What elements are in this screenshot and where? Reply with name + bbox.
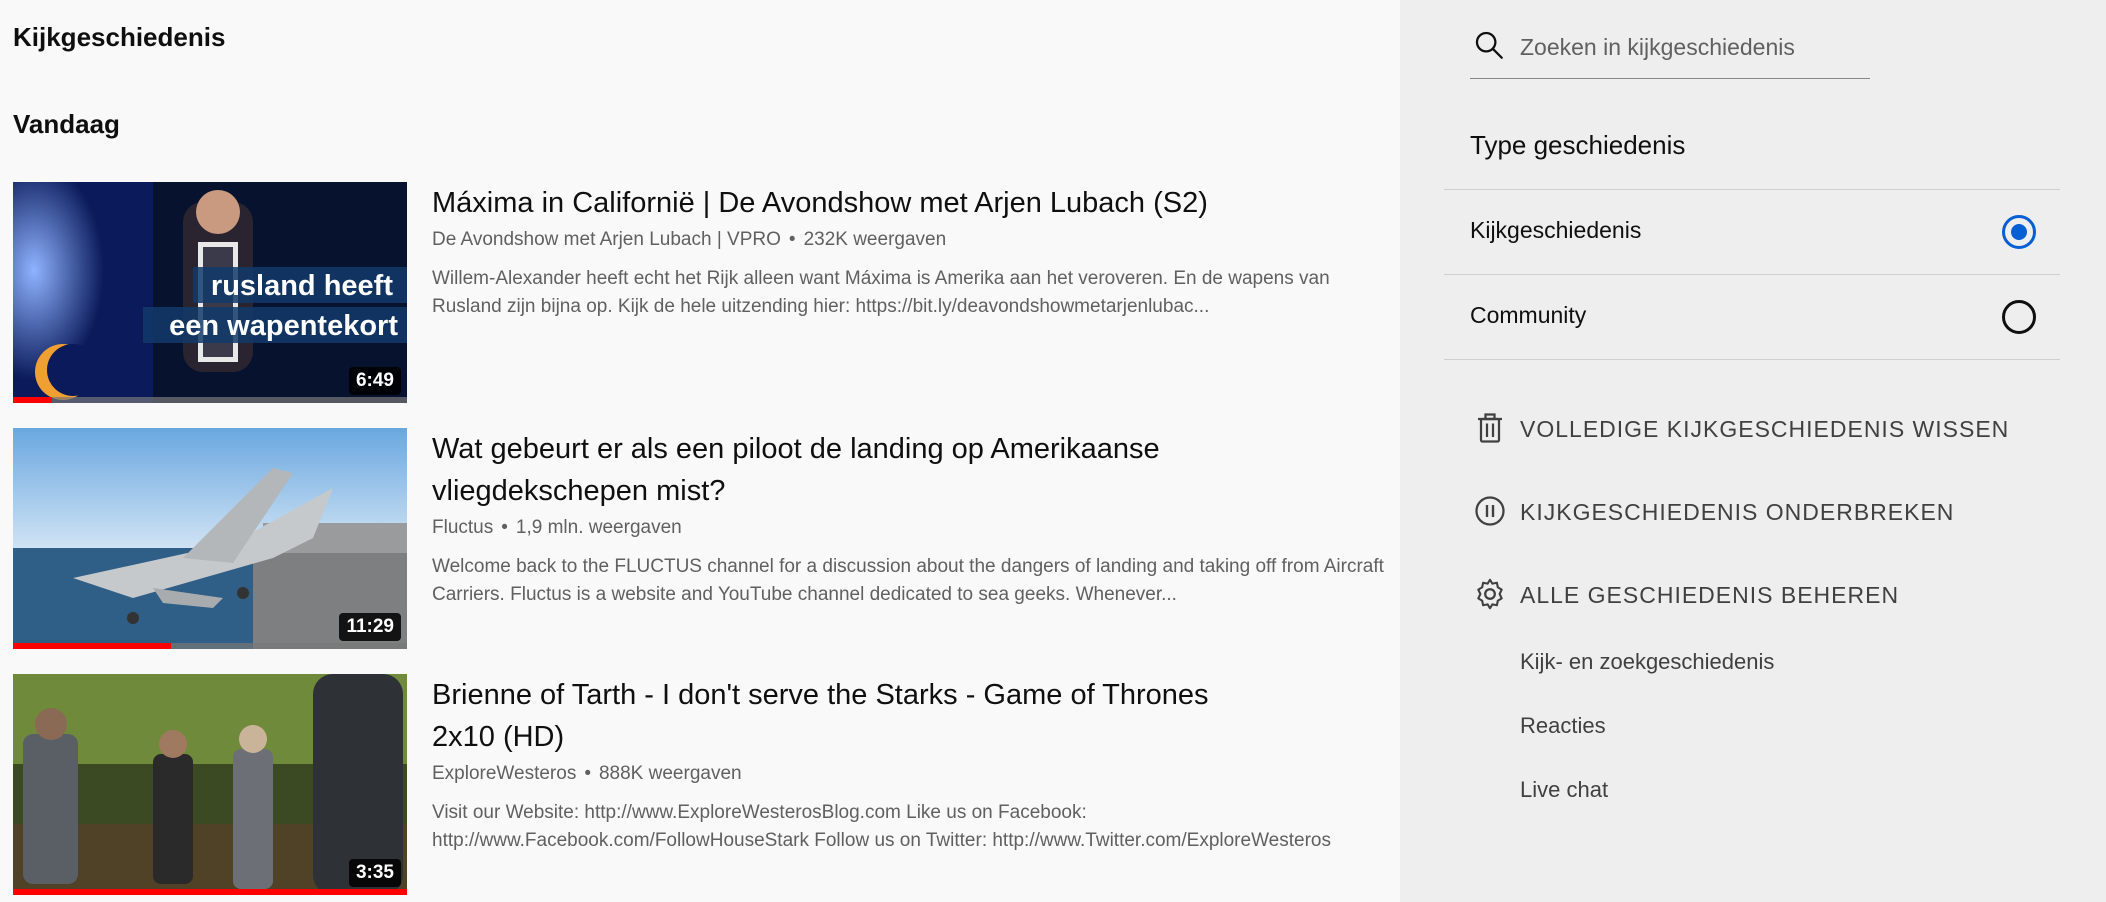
radio-button-selected[interactable] [2002, 215, 2036, 249]
video-item[interactable]: rusland heeft een wapentekort 6:49 Máxim… [13, 182, 1393, 404]
thumb-caption-1: rusland heeft [211, 270, 393, 302]
video-meta: Fluctus • 1,9 mln. weergaven [432, 515, 1392, 541]
pause-history-button[interactable]: KIJKGESCHIEDENIS ONDERBREKEN [1470, 489, 2030, 533]
thumb-caption-2: een wapentekort [169, 310, 398, 342]
video-description: Willem-Alexander heeft echt het Rijk all… [432, 268, 1330, 317]
watch-progress-track [13, 889, 407, 895]
watch-progress-fill [13, 889, 407, 895]
divider [1444, 359, 2060, 360]
watch-progress-track [13, 643, 407, 649]
history-type-title: Type geschiedenis [1470, 130, 1686, 160]
clear-history-button[interactable]: VOLLEDIGE KIJKGESCHIEDENIS WISSEN [1470, 406, 2030, 450]
history-main: Kijkgeschiedenis Vandaag rusland heeft e… [0, 0, 1400, 902]
video-title[interactable]: Wat gebeurt er als een piloot de landing… [432, 428, 1232, 512]
video-info: Máxima in Californië | De Avondshow met … [432, 182, 1392, 321]
video-duration: 6:49 [348, 367, 401, 395]
video-item[interactable]: 3:35 Brienne of Tarth - I don't serve th… [13, 674, 1393, 896]
view-count: 1,9 mln. weergaven [515, 517, 682, 538]
radio-button[interactable] [2002, 300, 2036, 334]
separator-dot: • [584, 763, 591, 784]
search-box[interactable] [1470, 22, 1870, 79]
video-duration: 11:29 [339, 613, 401, 641]
video-info: Wat gebeurt er als een piloot de landing… [432, 428, 1392, 609]
watch-progress-track [13, 397, 407, 403]
link-watch-and-search-history[interactable]: Kijk- en zoekgeschiedenis [1520, 649, 1774, 675]
thumbnail-image-studio: rusland heeft een wapentekort [13, 182, 407, 403]
video-thumbnail[interactable]: rusland heeft een wapentekort 6:49 [13, 182, 407, 403]
trash-icon [1478, 413, 1502, 443]
channel-name[interactable]: Fluctus [432, 517, 493, 538]
video-thumbnail[interactable]: 11:29 [13, 428, 407, 649]
video-title[interactable]: Máxima in Californië | De Avondshow met … [432, 182, 1232, 224]
history-type-label: Community [1470, 302, 1587, 328]
video-info: Brienne of Tarth - I don't serve the Sta… [432, 674, 1392, 855]
pause-icon [1475, 496, 1505, 526]
search-input[interactable] [1520, 32, 1860, 62]
view-count: 888K weergaven [598, 763, 742, 784]
action-label: KIJKGESCHIEDENIS ONDERBREKEN [1520, 499, 1955, 525]
watch-progress-fill [13, 397, 53, 403]
video-meta: De Avondshow met Arjen Lubach | VPRO • 232… [432, 227, 1392, 253]
action-label: ALLE GESCHIEDENIS BEHEREN [1520, 582, 1900, 608]
video-item[interactable]: 11:29 Wat gebeurt er als een piloot de l… [13, 428, 1393, 650]
section-title-today: Vandaag [13, 109, 120, 139]
gear-icon [1477, 578, 1503, 610]
video-duration: 3:35 [348, 859, 401, 887]
page-title: Kijkgeschiedenis [13, 22, 226, 52]
action-label: VOLLEDIGE KIJKGESCHIEDENIS WISSEN [1520, 416, 2010, 442]
thumbnail-image-forest [13, 674, 407, 895]
channel-name[interactable]: De Avondshow met Arjen Lubach | VPRO [432, 229, 781, 250]
channel-name[interactable]: ExploreWesteros [432, 763, 576, 784]
video-title[interactable]: Brienne of Tarth - I don't serve the Sta… [432, 674, 1232, 758]
video-thumbnail[interactable]: 3:35 [13, 674, 407, 895]
manage-history-button[interactable]: ALLE GESCHIEDENIS BEHEREN [1470, 572, 2030, 616]
search-icon[interactable] [1472, 28, 1506, 62]
separator-dot: • [501, 517, 508, 538]
view-count: 232K weergaven [803, 229, 947, 250]
history-type-watch[interactable]: Kijkgeschiedenis [1444, 190, 2060, 274]
watch-progress-fill [13, 643, 171, 649]
history-type-community[interactable]: Community [1444, 275, 2060, 359]
history-sidebar: Type geschiedenis Kijkgeschiedenis Commu… [1400, 0, 2106, 902]
video-description: Visit our Website: http://www.ExploreWes… [432, 802, 1331, 851]
separator-dot: • [788, 229, 796, 250]
link-comments[interactable]: Reacties [1520, 713, 1606, 739]
history-type-label: Kijkgeschiedenis [1470, 217, 1642, 243]
video-meta: ExploreWesteros • 888K weergaven [432, 761, 1392, 787]
link-live-chat[interactable]: Live chat [1520, 777, 1608, 803]
video-description: Welcome back to the FLUCTUS channel for … [432, 556, 1384, 605]
